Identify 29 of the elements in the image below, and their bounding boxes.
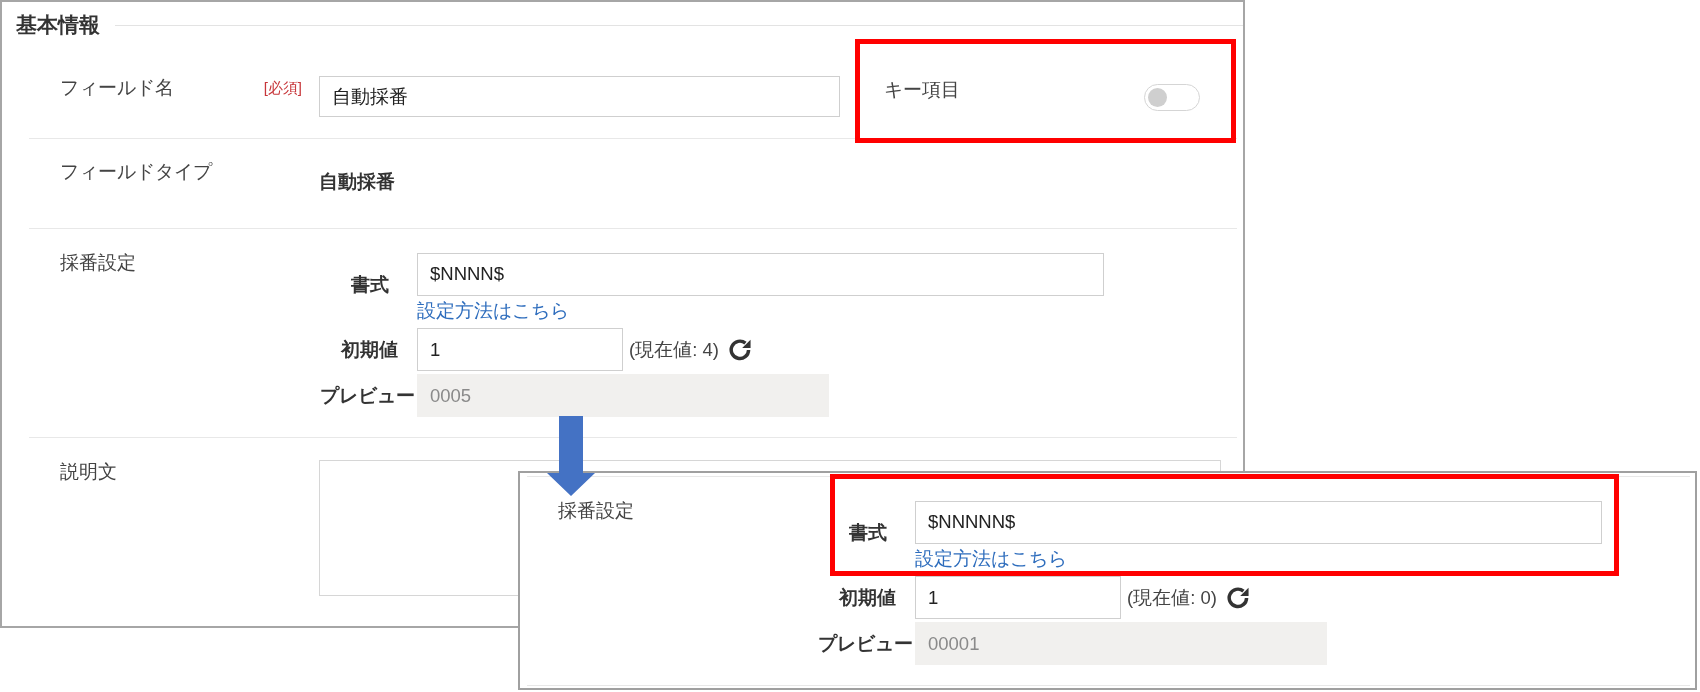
- refresh-icon[interactable]: [1226, 586, 1249, 609]
- field-label: フィールドタイプ: [60, 160, 212, 184]
- initial-value-label: 初期値: [839, 585, 896, 610]
- format-label: 書式: [351, 273, 389, 297]
- field-label: 説明文: [60, 460, 117, 484]
- help-link[interactable]: 設定方法はこちら: [417, 298, 569, 323]
- field-label: 採番設定: [60, 252, 136, 273]
- format-input[interactable]: $NNNN$: [417, 252, 1104, 296]
- preview-label: プレビュー: [818, 631, 913, 656]
- key-item-label: キー項目: [884, 78, 960, 102]
- field-label: 採番設定: [558, 500, 634, 521]
- field-type-value: 自動採番: [319, 170, 395, 194]
- initial-value-label: 初期値: [341, 337, 398, 362]
- format-input[interactable]: $NNNNN$: [915, 500, 1602, 544]
- preview-field: 0005: [417, 374, 829, 417]
- field-name-input[interactable]: 自動採番: [319, 76, 840, 117]
- section-title: 基本情報: [16, 12, 100, 38]
- initial-value-input[interactable]: 1: [417, 328, 623, 371]
- help-link[interactable]: 設定方法はこちら: [915, 546, 1067, 571]
- toggle-switch[interactable]: [1144, 84, 1200, 111]
- format-label: 書式: [849, 521, 887, 545]
- field-label: フィールド名: [60, 76, 174, 100]
- current-value-text: (現在値: 0): [1127, 585, 1217, 610]
- refresh-icon[interactable]: [728, 338, 751, 361]
- initial-value-input[interactable]: 1: [915, 576, 1121, 619]
- preview-field: 00001: [915, 622, 1327, 665]
- preview-label: プレビュー: [320, 383, 415, 408]
- current-value-text: (現在値: 4): [629, 337, 719, 362]
- required-label: [必須]: [263, 78, 302, 98]
